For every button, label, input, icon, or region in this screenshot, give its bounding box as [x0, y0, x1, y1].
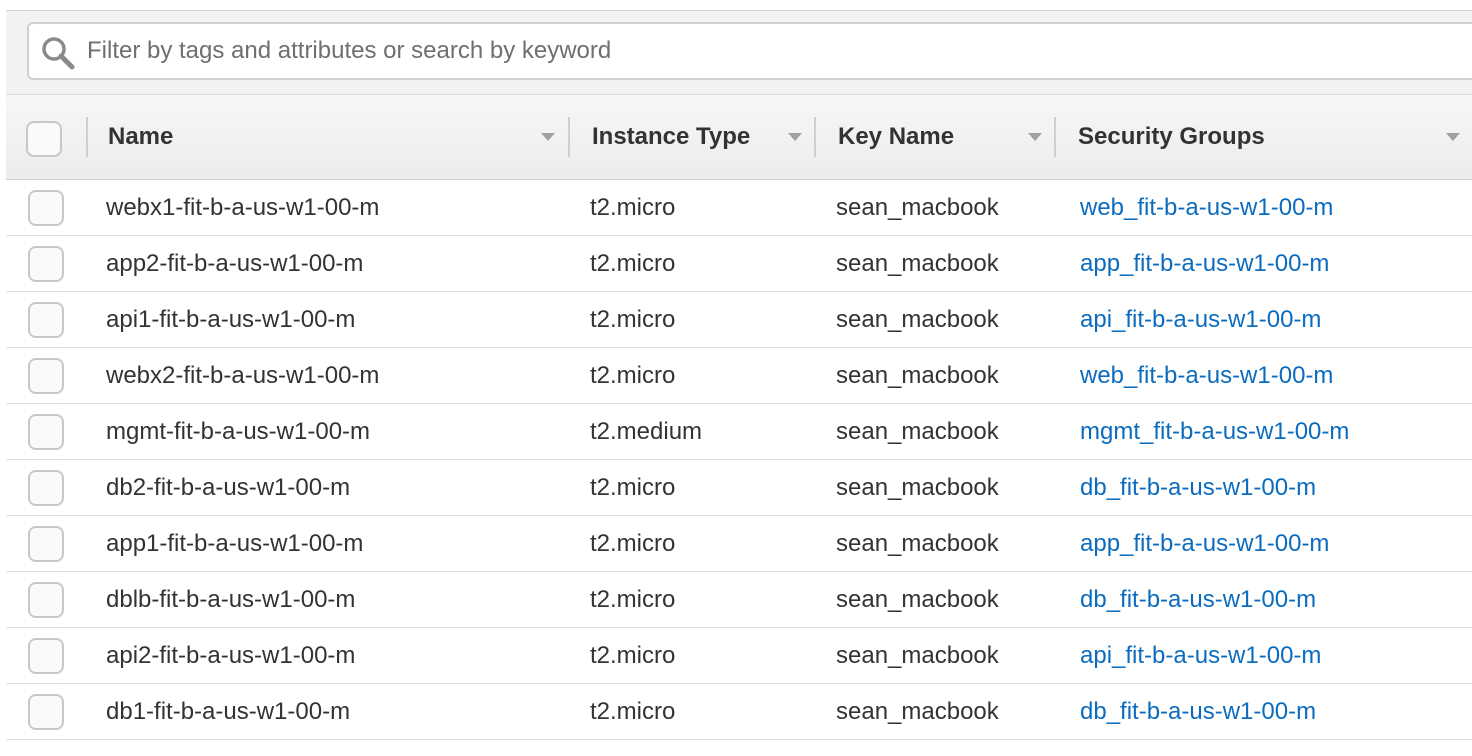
table-row[interactable]: webx1-fit-b-a-us-w1-00-m t2.micro sean_m…: [6, 180, 1472, 236]
table-row[interactable]: app2-fit-b-a-us-w1-00-m t2.micro sean_ma…: [6, 236, 1472, 292]
instance-type: t2.medium: [590, 418, 703, 445]
table-row[interactable]: db2-fit-b-a-us-w1-00-m t2.micro sean_mac…: [6, 460, 1472, 516]
security-group-link[interactable]: db_fit-b-a-us-w1-00-m: [1080, 572, 1316, 627]
instance-type: t2.micro: [590, 586, 676, 613]
key-name: sean_macbook: [836, 306, 999, 333]
column-header-security-groups[interactable]: Security Groups: [1078, 95, 1265, 179]
key-name: sean_macbook: [836, 474, 999, 501]
instance-type: t2.micro: [590, 306, 676, 333]
instance-type: t2.micro: [590, 698, 676, 725]
instance-name: dblb-fit-b-a-us-w1-00-m: [106, 586, 356, 613]
table-row[interactable]: dblb-fit-b-a-us-w1-00-m t2.micro sean_ma…: [6, 572, 1472, 628]
column-separator: [814, 117, 816, 157]
row-checkbox[interactable]: [28, 582, 64, 618]
sort-caret-icon[interactable]: [788, 133, 802, 141]
row-checkbox[interactable]: [28, 638, 64, 674]
instance-name: app2-fit-b-a-us-w1-00-m: [106, 250, 364, 277]
security-group-link[interactable]: db_fit-b-a-us-w1-00-m: [1080, 684, 1316, 739]
instance-name: api2-fit-b-a-us-w1-00-m: [106, 642, 356, 669]
instances-page: Name Instance Type Key Name Security Gro…: [0, 0, 1472, 756]
key-name: sean_macbook: [836, 698, 999, 725]
row-checkbox[interactable]: [28, 302, 64, 338]
security-group-link[interactable]: web_fit-b-a-us-w1-00-m: [1080, 180, 1333, 235]
instance-type: t2.micro: [590, 250, 676, 277]
security-group-link[interactable]: api_fit-b-a-us-w1-00-m: [1080, 292, 1321, 347]
instance-name: mgmt-fit-b-a-us-w1-00-m: [106, 418, 371, 445]
column-header-instance-type[interactable]: Instance Type: [592, 95, 750, 179]
column-header-name[interactable]: Name: [108, 95, 173, 179]
row-checkbox[interactable]: [28, 694, 64, 730]
column-header-label: Name: [108, 123, 174, 150]
security-group-link[interactable]: mgmt_fit-b-a-us-w1-00-m: [1080, 404, 1349, 459]
table-row[interactable]: webx2-fit-b-a-us-w1-00-m t2.micro sean_m…: [6, 348, 1472, 404]
key-name: sean_macbook: [836, 418, 999, 445]
key-name: sean_macbook: [836, 250, 999, 277]
security-group-link[interactable]: app_fit-b-a-us-w1-00-m: [1080, 236, 1329, 291]
instances-table: Name Instance Type Key Name Security Gro…: [6, 94, 1472, 740]
instance-type: t2.micro: [590, 474, 676, 501]
row-checkbox[interactable]: [28, 470, 64, 506]
key-name: sean_macbook: [836, 362, 999, 389]
column-separator: [568, 117, 570, 157]
instance-name: webx1-fit-b-a-us-w1-00-m: [106, 194, 380, 221]
key-name: sean_macbook: [836, 642, 999, 669]
sort-caret-icon[interactable]: [541, 133, 555, 141]
search-box[interactable]: [27, 22, 1472, 80]
table-row[interactable]: db1-fit-b-a-us-w1-00-m t2.micro sean_mac…: [6, 684, 1472, 740]
table-row[interactable]: mgmt-fit-b-a-us-w1-00-m t2.medium sean_m…: [6, 404, 1472, 460]
filter-bar: [6, 10, 1472, 94]
table-header: Name Instance Type Key Name Security Gro…: [6, 94, 1472, 180]
instance-type: t2.micro: [590, 530, 676, 557]
column-header-key-name[interactable]: Key Name: [838, 95, 954, 179]
security-group-link[interactable]: api_fit-b-a-us-w1-00-m: [1080, 628, 1321, 683]
instance-type: t2.micro: [590, 362, 676, 389]
table-row[interactable]: app1-fit-b-a-us-w1-00-m t2.micro sean_ma…: [6, 516, 1472, 572]
row-checkbox[interactable]: [28, 246, 64, 282]
key-name: sean_macbook: [836, 586, 999, 613]
key-name: sean_macbook: [836, 530, 999, 557]
instance-type: t2.micro: [590, 194, 676, 221]
security-group-link[interactable]: app_fit-b-a-us-w1-00-m: [1080, 516, 1329, 571]
search-input[interactable]: [87, 32, 1467, 70]
column-separator: [1054, 117, 1056, 157]
row-checkbox[interactable]: [28, 526, 64, 562]
security-group-link[interactable]: web_fit-b-a-us-w1-00-m: [1080, 348, 1333, 403]
instance-name: api1-fit-b-a-us-w1-00-m: [106, 306, 356, 333]
sort-caret-icon[interactable]: [1446, 133, 1460, 141]
table-row[interactable]: api1-fit-b-a-us-w1-00-m t2.micro sean_ma…: [6, 292, 1472, 348]
select-all-checkbox[interactable]: [26, 121, 62, 157]
table-row[interactable]: api2-fit-b-a-us-w1-00-m t2.micro sean_ma…: [6, 628, 1472, 684]
instance-name: db2-fit-b-a-us-w1-00-m: [106, 474, 351, 501]
column-header-label: Security Groups: [1078, 123, 1265, 150]
instance-name: app1-fit-b-a-us-w1-00-m: [106, 530, 364, 557]
search-icon: [41, 36, 75, 70]
sort-caret-icon[interactable]: [1028, 133, 1042, 141]
column-separator: [86, 117, 88, 157]
row-checkbox[interactable]: [28, 414, 64, 450]
instance-name: webx2-fit-b-a-us-w1-00-m: [106, 362, 380, 389]
row-checkbox[interactable]: [28, 190, 64, 226]
instance-name: db1-fit-b-a-us-w1-00-m: [106, 698, 351, 725]
security-group-link[interactable]: db_fit-b-a-us-w1-00-m: [1080, 460, 1316, 515]
row-checkbox[interactable]: [28, 358, 64, 394]
column-header-label: Key Name: [838, 123, 955, 150]
instance-type: t2.micro: [590, 642, 676, 669]
column-header-label: Instance Type: [592, 123, 751, 150]
key-name: sean_macbook: [836, 194, 999, 221]
